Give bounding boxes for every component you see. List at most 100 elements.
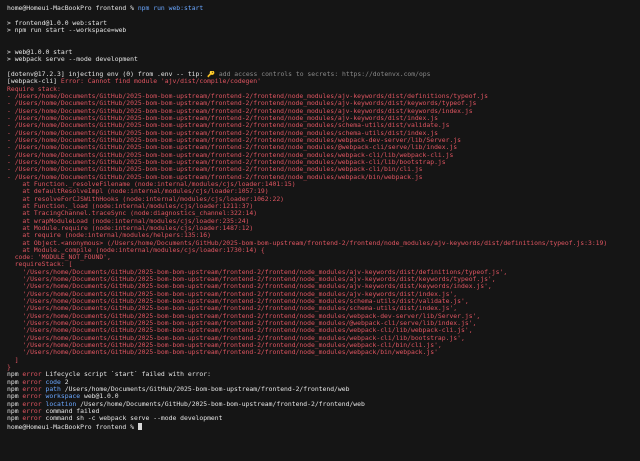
terminal-text-segment: - /Users/home/Documents/GitHub/2025-bom-… [7, 144, 458, 152]
terminal-text-segment: home@Homeui-MacBookPro frontend % [7, 5, 138, 12]
terminal-text-segment: 2 [60, 378, 69, 386]
terminal-line: at resolveForCJSWithHooks (node:internal… [7, 196, 640, 203]
terminal-text-segment: at Function._resolveFilename (node:inter… [7, 180, 296, 188]
terminal-text-segment: npm [7, 386, 23, 394]
terminal-text-segment: at Object.<anonymous> (/Users/home/Docum… [7, 239, 608, 247]
terminal-text-segment: ] [7, 356, 19, 364]
terminal-line: code: 'MODULE_NOT_FOUND', [7, 254, 640, 261]
terminal-text-segment: code: 'MODULE_NOT_FOUND', [7, 254, 111, 262]
terminal-text-segment: - /Users/home/Documents/GitHub/2025-bom-… [7, 151, 454, 159]
terminal-text-segment: '/Users/home/Documents/GitHub/2025-bom-b… [7, 268, 508, 276]
terminal-text-segment: npm [7, 400, 23, 408]
terminal-text-segment: - /Users/home/Documents/GitHub/2025-bom-… [7, 166, 423, 174]
terminal-line: at wrapModuleLoad (node:internal/modules… [7, 218, 640, 225]
terminal-text-segment: > frontend@1.0.0 web:start [7, 19, 108, 27]
terminal-line: - /Users/home/Documents/GitHub/2025-bom-… [7, 108, 640, 115]
terminal-cursor [137, 422, 142, 430]
terminal-line: '/Users/home/Documents/GitHub/2025-bom-b… [7, 276, 640, 283]
terminal-line: '/Users/home/Documents/GitHub/2025-bom-b… [7, 327, 640, 334]
terminal-line: ] [7, 357, 640, 364]
terminal-text-segment: at resolveForCJSWithHooks (node:internal… [7, 195, 285, 203]
terminal-text-segment: error [22, 371, 42, 379]
terminal-text-segment: requireStack: [ [7, 261, 73, 269]
terminal-text-segment: at defaultResolveImpl (node:internal/mod… [7, 188, 269, 196]
terminal-line: '/Users/home/Documents/GitHub/2025-bom-b… [7, 305, 640, 312]
terminal-text-segment: web@1.0.0 [80, 393, 119, 401]
terminal-text-segment: > web@1.0.0 start [7, 48, 73, 56]
terminal-line: home@Homeui-MacBookPro frontend % npm ru… [7, 5, 640, 12]
terminal-text-segment: '/Users/home/Documents/GitHub/2025-bom-b… [7, 349, 438, 357]
terminal-text-segment: } [7, 364, 11, 372]
terminal-line: at require (node:internal/modules/helper… [7, 232, 640, 239]
terminal-text-segment: '/Users/home/Documents/GitHub/2025-bom-b… [7, 327, 473, 335]
terminal-line: - /Users/home/Documents/GitHub/2025-bom-… [7, 159, 640, 166]
terminal-text-segment: '/Users/home/Documents/GitHub/2025-bom-b… [7, 290, 458, 298]
terminal-text-segment: - /Users/home/Documents/GitHub/2025-bom-… [7, 173, 423, 181]
terminal-line: at defaultResolveImpl (node:internal/mod… [7, 188, 640, 195]
terminal-output[interactable]: home@Homeui-MacBookPro frontend % npm ru… [0, 0, 640, 461]
terminal-text-segment: - /Users/home/Documents/GitHub/2025-bom-… [7, 158, 446, 166]
terminal-line: '/Users/home/Documents/GitHub/2025-bom-b… [7, 283, 640, 290]
terminal-text-segment: add access controls to secrets: https://… [215, 70, 431, 78]
terminal-text-segment: error [22, 393, 42, 401]
terminal-text-segment: '/Users/home/Documents/GitHub/2025-bom-b… [7, 283, 492, 291]
terminal-text-segment: - /Users/home/Documents/GitHub/2025-bom-… [7, 92, 488, 100]
terminal-line: '/Users/home/Documents/GitHub/2025-bom-b… [7, 342, 640, 349]
terminal-line: requireStack: [ [7, 261, 640, 268]
terminal-line: '/Users/home/Documents/GitHub/2025-bom-b… [7, 335, 640, 342]
terminal-line: '/Users/home/Documents/GitHub/2025-bom-b… [7, 291, 640, 298]
terminal-text-segment: home@Homeui-MacBookPro frontend % [7, 422, 138, 431]
terminal-line: at Module._compile (node:internal/module… [7, 247, 640, 254]
terminal-line: - /Users/home/Documents/GitHub/2025-bom-… [7, 174, 640, 181]
terminal-text-segment: - /Users/home/Documents/GitHub/2025-bom-… [7, 114, 438, 122]
terminal-text-segment: npm [7, 378, 23, 386]
terminal-line: at TracingChannel.traceSync (node:diagno… [7, 210, 640, 217]
terminal-text-segment: at Module.require (node:internal/modules… [7, 224, 254, 232]
terminal-text-segment: error [22, 415, 42, 423]
terminal-text-segment: Error: Cannot find module 'ajv/dist/comp… [60, 78, 261, 86]
terminal-text-segment: npm [7, 393, 23, 401]
terminal-text-segment: [dotenv@17.2.3] injecting env (0) from .… [7, 70, 208, 78]
terminal-text-segment: at TracingChannel.traceSync (node:diagno… [7, 210, 258, 218]
terminal-text-segment: - /Users/home/Documents/GitHub/2025-bom-… [7, 100, 477, 108]
terminal-line: '/Users/home/Documents/GitHub/2025-bom-b… [7, 313, 640, 320]
terminal-text-segment: '/Users/home/Documents/GitHub/2025-bom-b… [7, 305, 458, 313]
terminal-text-segment: error [22, 408, 42, 416]
terminal-text-segment: > webpack serve --mode development [7, 56, 138, 64]
terminal-line: npm error Lifecycle script `start` faile… [7, 371, 640, 378]
terminal-text-segment: location [41, 400, 77, 408]
terminal-line: - /Users/home/Documents/GitHub/2025-bom-… [7, 93, 640, 100]
terminal-line: > webpack serve --mode development [7, 56, 640, 63]
terminal-text-segment: /Users/home/Documents/GitHub/2025-bom-bo… [60, 386, 350, 394]
terminal-text-segment: at require (node:internal/modules/helper… [7, 232, 211, 240]
terminal-line: home@Homeui-MacBookPro frontend % [7, 422, 640, 431]
terminal-text-segment: '/Users/home/Documents/GitHub/2025-bom-b… [7, 334, 465, 342]
terminal-text-segment: - /Users/home/Documents/GitHub/2025-bom-… [7, 136, 462, 144]
terminal-text-segment: npm [7, 371, 23, 379]
terminal-line: } [7, 364, 640, 371]
terminal-text-segment: 🔑 [207, 70, 216, 78]
terminal-text-segment: > npm run start --workspace=web [7, 26, 127, 34]
terminal-line: at Function._resolveFilename (node:inter… [7, 181, 640, 188]
terminal-line: at Object.<anonymous> (/Users/home/Docum… [7, 240, 640, 247]
terminal-text-segment: [webpack-cli] [7, 78, 61, 86]
terminal-text-segment: Lifecycle script `start` failed with err… [41, 371, 211, 379]
terminal-text-segment: error [22, 386, 42, 394]
terminal-line: - /Users/home/Documents/GitHub/2025-bom-… [7, 130, 640, 137]
terminal-text-segment: npm [7, 415, 23, 423]
terminal-line: at Function._load (node:internal/modules… [7, 203, 640, 210]
terminal-line: '/Users/home/Documents/GitHub/2025-bom-b… [7, 320, 640, 327]
terminal-line: - /Users/home/Documents/GitHub/2025-bom-… [7, 166, 640, 173]
terminal-text-segment: '/Users/home/Documents/GitHub/2025-bom-b… [7, 342, 442, 350]
terminal-text-segment: Require stack: [7, 85, 61, 93]
terminal-text-segment: error [22, 400, 42, 408]
terminal-text-segment: npm run web:start [137, 5, 204, 12]
terminal-text-segment: npm [7, 408, 23, 416]
terminal-text-segment: code [41, 378, 61, 386]
terminal-text-segment: - /Users/home/Documents/GitHub/2025-bom-… [7, 122, 450, 130]
terminal-line: [dotenv@17.2.3] injecting env (0) from .… [7, 71, 640, 78]
terminal-text-segment: workspace [41, 393, 81, 401]
